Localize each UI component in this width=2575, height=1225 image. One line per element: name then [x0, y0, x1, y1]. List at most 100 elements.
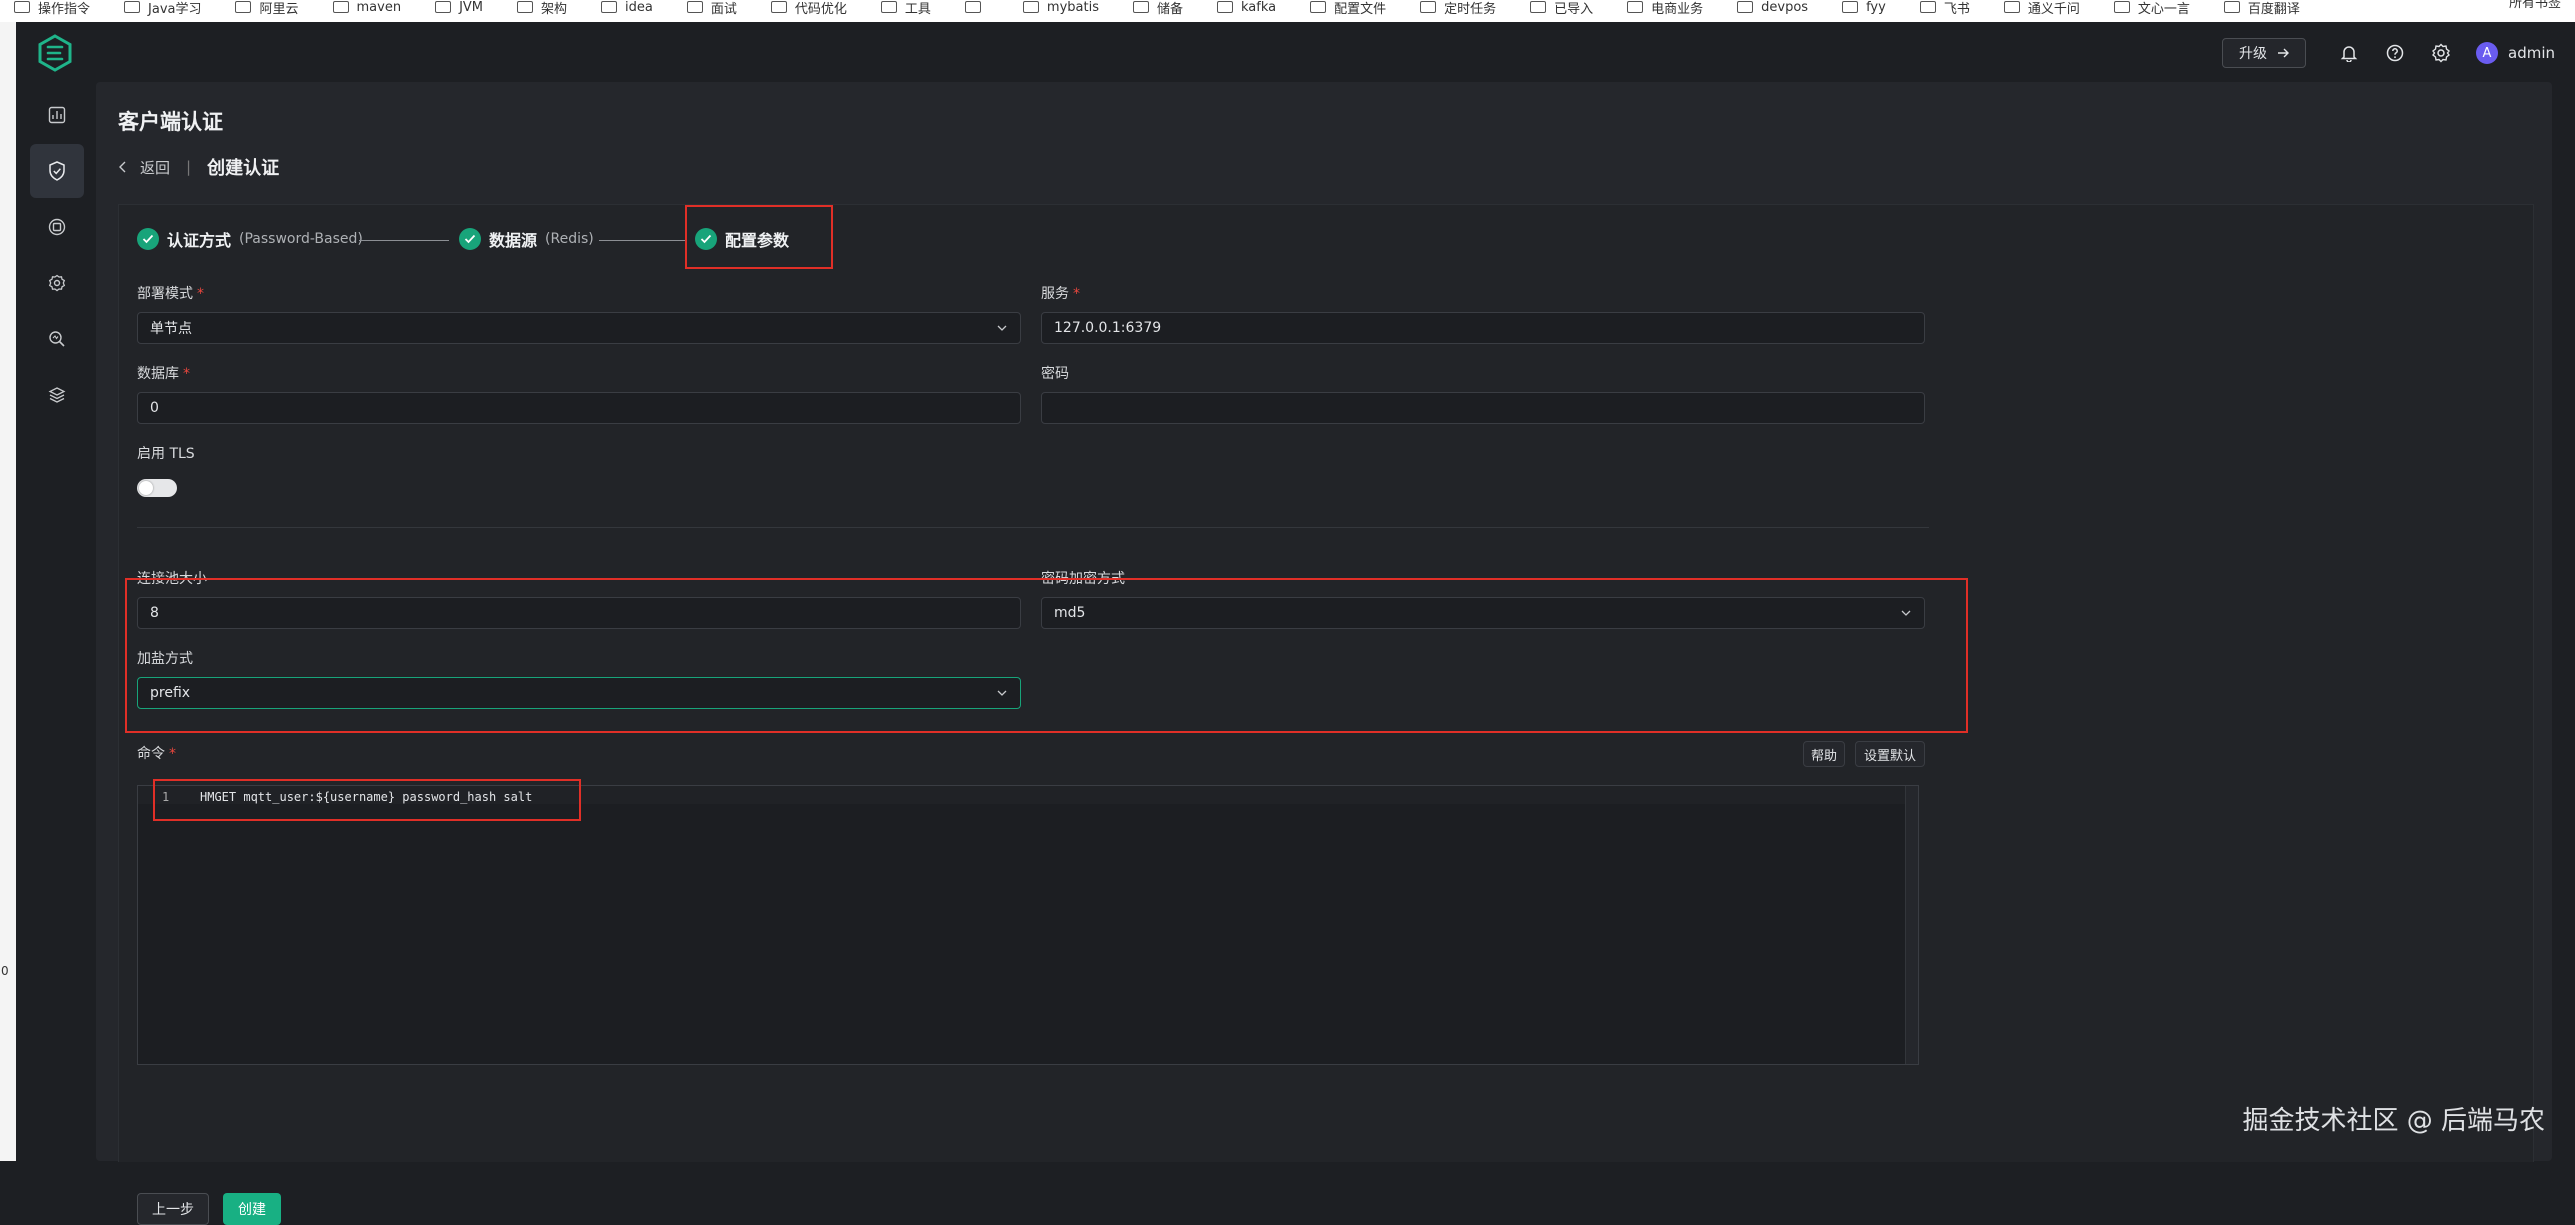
bookmark-item[interactable]: 通义千问 — [2003, 1, 2080, 17]
password-input[interactable] — [1041, 392, 1925, 424]
folder-icon — [517, 1, 534, 13]
bookmark-item[interactable]: maven — [332, 0, 401, 15]
bookmark-item[interactable]: 已导入 — [1530, 1, 1593, 17]
bookmark-item[interactable]: 飞书 — [1919, 1, 1970, 17]
bookmark-item[interactable]: 操作指令 — [14, 1, 90, 17]
step-title: 数据源 — [489, 231, 538, 250]
bookmark-item[interactable]: devpos — [1737, 0, 1808, 15]
layers-icon — [48, 387, 66, 403]
folder-icon — [1420, 1, 1437, 13]
folder-icon — [1627, 1, 1644, 13]
bookmark-item[interactable]: JVM — [435, 0, 483, 15]
check-circle-icon — [137, 228, 159, 250]
server-input[interactable]: 127.0.0.1:6379 — [1041, 312, 1925, 344]
bookmark-item[interactable]: Java学习 — [124, 1, 201, 17]
shield-check-icon — [49, 161, 65, 181]
dashboard-icon — [48, 106, 66, 124]
bookmark-label: 阿里云 — [259, 1, 299, 17]
bookmark-label: 通义千问 — [2027, 1, 2080, 17]
step-connector — [599, 240, 687, 241]
settings-icon[interactable] — [2430, 42, 2452, 64]
step-connector — [359, 240, 449, 241]
chevron-down-icon — [997, 325, 1007, 331]
bookmark-item[interactable]: 定时任务 — [1420, 1, 1496, 17]
toggle-knob — [139, 481, 153, 495]
folder-icon — [1842, 1, 1859, 13]
bookmark-item[interactable]: 阿里云 — [235, 1, 299, 17]
bookmark-item[interactable]: mybatis — [1022, 0, 1099, 15]
bookmark-label: 定时任务 — [1444, 1, 1497, 17]
avatar: A — [2476, 42, 2498, 64]
folder-icon — [1132, 1, 1149, 13]
connection-icon — [48, 218, 66, 236]
header-actions: 升级 A admin — [2222, 36, 2555, 70]
help-button[interactable]: 帮助 — [1803, 741, 1845, 767]
left-edge-strip: 0 — [0, 22, 16, 1161]
search-diagnose-icon — [49, 331, 65, 347]
app-logo-icon[interactable] — [36, 34, 74, 72]
deploy-mode-select[interactable]: 单节点 — [137, 312, 1021, 344]
sidebar-item-dashboard[interactable] — [30, 88, 84, 142]
upgrade-button[interactable]: 升级 — [2222, 38, 2306, 68]
highlight-box — [685, 205, 833, 269]
server-value: 127.0.0.1:6379 — [1054, 320, 1162, 336]
sidebar-item-integration[interactable] — [30, 200, 84, 254]
gear-cog-icon — [48, 274, 66, 292]
bookmark-label: 工具 — [904, 1, 931, 17]
folder-icon — [1310, 1, 1327, 13]
command-label: 命令 * — [137, 746, 176, 762]
sidebar-item-diagnose[interactable] — [30, 312, 84, 366]
folder-icon — [964, 1, 981, 13]
left-edge-number: 0 — [1, 964, 9, 978]
bookmark-item[interactable]: kafka — [1216, 0, 1276, 15]
sidebar-item-access-control[interactable] — [30, 144, 84, 198]
folder-icon — [124, 1, 141, 13]
page-title: 客户端认证 — [118, 110, 223, 134]
bookmark-label: 电商业务 — [1651, 1, 1704, 17]
bookmark-item[interactable]: 代码优化 — [770, 1, 847, 17]
bookmark-label: 储备 — [1156, 1, 1183, 17]
bookmark-item[interactable]: 面试 — [686, 1, 737, 17]
editor-scrollbar[interactable] — [1905, 786, 1918, 1064]
breadcrumb: 返回 | 创建认证 — [118, 154, 279, 180]
command-editor[interactable]: 1 HMGET mqtt_user:${username} password_h… — [137, 785, 1919, 1065]
bookmark-item[interactable]: 架构 — [517, 1, 567, 17]
folder-icon — [1737, 1, 1754, 13]
folder-icon — [1216, 1, 1233, 13]
bookmark-label: 飞书 — [1943, 1, 1970, 17]
create-button[interactable]: 创建 — [223, 1193, 281, 1225]
step-auth-method: 认证方式 (Password-Based) — [137, 227, 363, 251]
bookmark-item[interactable]: 电商业务 — [1627, 1, 1703, 17]
bookmark-item[interactable]: fyy — [1842, 0, 1886, 15]
user-menu[interactable]: A admin — [2476, 42, 2555, 64]
folder-icon — [601, 1, 618, 13]
bookmark-label: kafka — [1240, 0, 1277, 15]
back-link[interactable]: 返回 — [118, 157, 170, 178]
database-input[interactable]: 0 — [137, 392, 1021, 424]
all-bookmarks[interactable]: 所有书签 — [2509, 0, 2561, 11]
bookmark-item[interactable] — [964, 1, 989, 13]
breadcrumb-current: 创建认证 — [207, 158, 280, 179]
bookmark-label: 文心一言 — [2137, 1, 2190, 17]
folder-icon — [2223, 1, 2240, 13]
bookmark-item[interactable]: 工具 — [880, 1, 931, 17]
sidebar-item-management[interactable] — [30, 256, 84, 310]
bell-icon[interactable] — [2338, 42, 2360, 64]
highlight-box — [125, 578, 1968, 733]
bookmark-label: 面试 — [710, 1, 737, 17]
help-icon[interactable] — [2384, 42, 2406, 64]
bookmark-item[interactable]: 储备 — [1132, 1, 1183, 17]
deploy-mode-label: 部署模式 * — [137, 286, 204, 302]
set-default-button[interactable]: 设置默认 — [1855, 741, 1925, 767]
highlight-box — [153, 779, 581, 821]
previous-step-button[interactable]: 上一步 — [137, 1193, 209, 1225]
sidebar-item-system[interactable] — [30, 368, 84, 422]
bookmark-label: JVM — [459, 0, 484, 15]
bookmark-item[interactable]: 文心一言 — [2113, 1, 2190, 17]
folder-icon — [2113, 1, 2130, 13]
folder-icon — [770, 1, 787, 13]
bookmark-item[interactable]: idea — [601, 0, 653, 15]
bookmark-item[interactable]: 百度翻译 — [2223, 1, 2300, 17]
bookmark-item[interactable]: 配置文件 — [1310, 1, 1386, 17]
tls-toggle[interactable] — [137, 479, 177, 497]
